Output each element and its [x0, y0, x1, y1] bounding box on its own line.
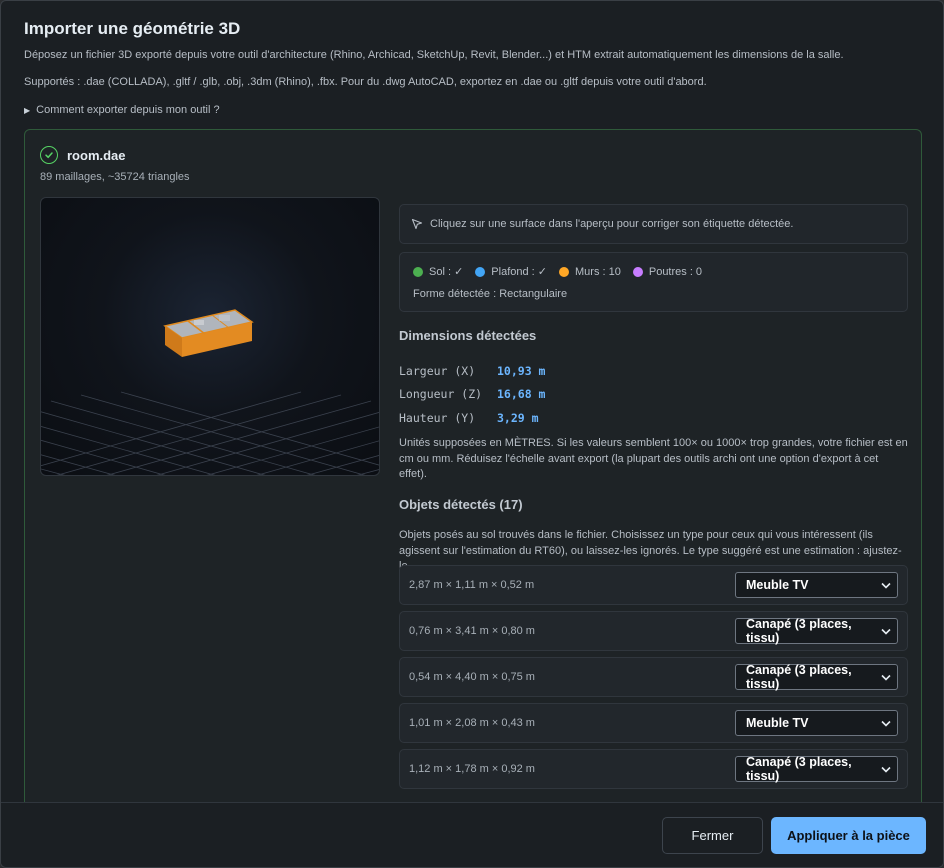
- imported-file-card: room.dae 89 maillages, ~35724 triangles: [24, 129, 922, 802]
- object-row: 1,01 m × 2,08 m × 0,43 m Meuble TV: [399, 703, 908, 743]
- chevron-down-icon: [881, 578, 891, 592]
- select-value: Canapé (3 places, tissu): [746, 755, 852, 783]
- dialog-body: Importer une géométrie 3D Déposez un fic…: [1, 1, 943, 802]
- legend-floor: Sol : ✓: [413, 265, 463, 278]
- intro-text: Déposez un fichier 3D exporté depuis vot…: [24, 49, 844, 61]
- detected-shape: Forme détectée : Rectangulaire: [413, 288, 568, 300]
- correction-hint: Cliquez sur une surface dans l'aperçu po…: [399, 204, 908, 244]
- object-row: 0,54 m × 4,40 m × 0,75 m Canapé (3 place…: [399, 657, 908, 697]
- object-type-select[interactable]: Canapé (3 places, tissu): [735, 663, 898, 691]
- select-value: Meuble TV: [746, 578, 809, 592]
- object-dimensions: 1,01 m × 2,08 m × 0,43 m: [409, 717, 535, 729]
- chevron-down-icon: [881, 624, 891, 638]
- file-meta: 89 maillages, ~35724 triangles: [40, 171, 190, 183]
- units-note: Unités supposées en MÈTRES. Si les valeu…: [399, 437, 908, 480]
- file-name: room.dae: [67, 147, 126, 163]
- object-row: 0,76 m × 3,41 m × 0,80 m Canapé (3 place…: [399, 611, 908, 651]
- floor-grid: [41, 391, 379, 475]
- success-check-icon: [40, 146, 58, 164]
- cursor-pointer-icon: [411, 218, 423, 230]
- dialog-title: Importer une géométrie 3D: [24, 19, 241, 38]
- object-row: 1,12 m × 1,78 m × 0,92 m Canapé (3 place…: [399, 749, 908, 789]
- room-model: [163, 309, 254, 357]
- dialog-footer: Fermer Appliquer à la pièce: [1, 802, 943, 867]
- object-dimensions: 2,87 m × 1,11 m × 0,52 m: [409, 579, 535, 591]
- objects-title: Objets détectés (17): [399, 497, 523, 512]
- select-value: Canapé (3 places, tissu): [746, 617, 852, 645]
- object-dimensions: 1,12 m × 1,78 m × 0,92 m: [409, 763, 535, 775]
- howto-label: Comment exporter depuis mon outil ?: [36, 104, 220, 116]
- object-type-select[interactable]: Canapé (3 places, tissu): [735, 617, 898, 645]
- legend-walls: Murs : 10: [559, 266, 621, 278]
- select-value: Meuble TV: [746, 716, 809, 730]
- legend-ceiling: Plafond : ✓: [475, 265, 547, 278]
- surface-legend: Sol : ✓ Plafond : ✓ Murs : 10 Poutres : …: [413, 265, 907, 278]
- disclosure-triangle-icon: ▶: [24, 105, 31, 115]
- chevron-down-icon: [881, 762, 891, 776]
- floor-dot-icon: [413, 266, 423, 277]
- hint-text: Cliquez sur une surface dans l'aperçu po…: [430, 218, 794, 230]
- surface-summary: Sol : ✓ Plafond : ✓ Murs : 10 Poutres : …: [399, 252, 908, 312]
- chevron-down-icon: [881, 716, 891, 730]
- dimension-row-length: Longueur (Z) 16,68 m: [399, 387, 546, 402]
- file-header: room.dae: [40, 146, 126, 164]
- supported-formats-text: Supportés : .dae (COLLADA), .gltf / .glb…: [24, 76, 707, 88]
- object-dimensions: 0,76 m × 3,41 m × 0,80 m: [409, 625, 535, 637]
- howto-disclosure[interactable]: ▶ Comment exporter depuis mon outil ?: [24, 104, 220, 116]
- chevron-down-icon: [881, 670, 891, 684]
- import-3d-dialog: Importer une géométrie 3D Déposez un fic…: [0, 0, 944, 868]
- dimension-row-height: Hauteur (Y) 3,29 m: [399, 410, 539, 425]
- apply-button[interactable]: Appliquer à la pièce: [771, 817, 926, 854]
- 3d-preview-viewport[interactable]: [40, 197, 380, 476]
- dimensions-list: Largeur (X) 10,93 m Longueur (Z) 16,68 m H…: [399, 359, 545, 430]
- ceiling-dot-icon: [475, 266, 486, 277]
- close-button[interactable]: Fermer: [662, 817, 763, 854]
- select-value: Canapé (3 places, tissu): [746, 663, 852, 691]
- object-type-select[interactable]: Meuble TV: [735, 710, 898, 736]
- beams-dot-icon: [632, 266, 643, 277]
- 3d-preview-scene: [41, 309, 379, 475]
- object-dimensions: 0,54 m × 4,40 m × 0,75 m: [409, 671, 535, 683]
- object-type-select[interactable]: Meuble TV: [735, 572, 898, 598]
- object-row: 2,87 m × 1,11 m × 0,52 m Meuble TV: [399, 565, 908, 605]
- object-type-select[interactable]: Canapé (3 places, tissu): [735, 755, 898, 783]
- legend-beams: Poutres : 0: [632, 266, 702, 278]
- dimensions-title: Dimensions détectées: [399, 328, 537, 343]
- dimension-row-width: Largeur (X) 10,93 m: [399, 363, 546, 378]
- walls-dot-icon: [559, 266, 569, 277]
